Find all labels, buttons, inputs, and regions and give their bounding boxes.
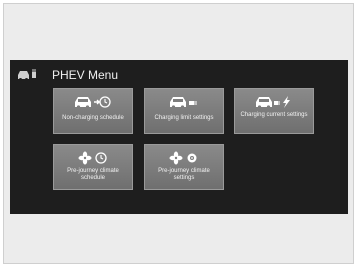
- tile-charging-limit-settings[interactable]: Charging limit settings: [144, 88, 224, 134]
- phev-menu-screen: PHEV Menu Non-charging schedule Charging…: [10, 60, 348, 214]
- tile-label: Non-charging schedule: [62, 115, 124, 121]
- car-plug-icon: [18, 69, 36, 81]
- fan-settings-icon: [169, 151, 197, 165]
- car-lightning-icon: [256, 96, 290, 109]
- tile-pre-journey-climate-schedule[interactable]: Pre-journey climate schedule: [53, 144, 133, 190]
- tile-label: Charging current settings: [240, 112, 308, 118]
- tile-label: Pre-journey climate settings: [158, 168, 210, 181]
- page-title: PHEV Menu: [52, 68, 119, 82]
- menu-header: PHEV Menu: [10, 60, 348, 84]
- car-clock-icon: [75, 96, 111, 109]
- tile-pre-journey-climate-settings[interactable]: Pre-journey climate settings: [144, 144, 224, 190]
- fan-clock-icon: [78, 151, 107, 165]
- tile-label: Charging limit settings: [154, 115, 214, 121]
- car-plug-icon: [170, 97, 197, 109]
- tile-non-charging-schedule[interactable]: Non-charging schedule: [53, 88, 133, 134]
- tile-charging-current-settings[interactable]: Charging current settings: [234, 88, 314, 134]
- tile-label: Pre-journey climate schedule: [67, 168, 119, 181]
